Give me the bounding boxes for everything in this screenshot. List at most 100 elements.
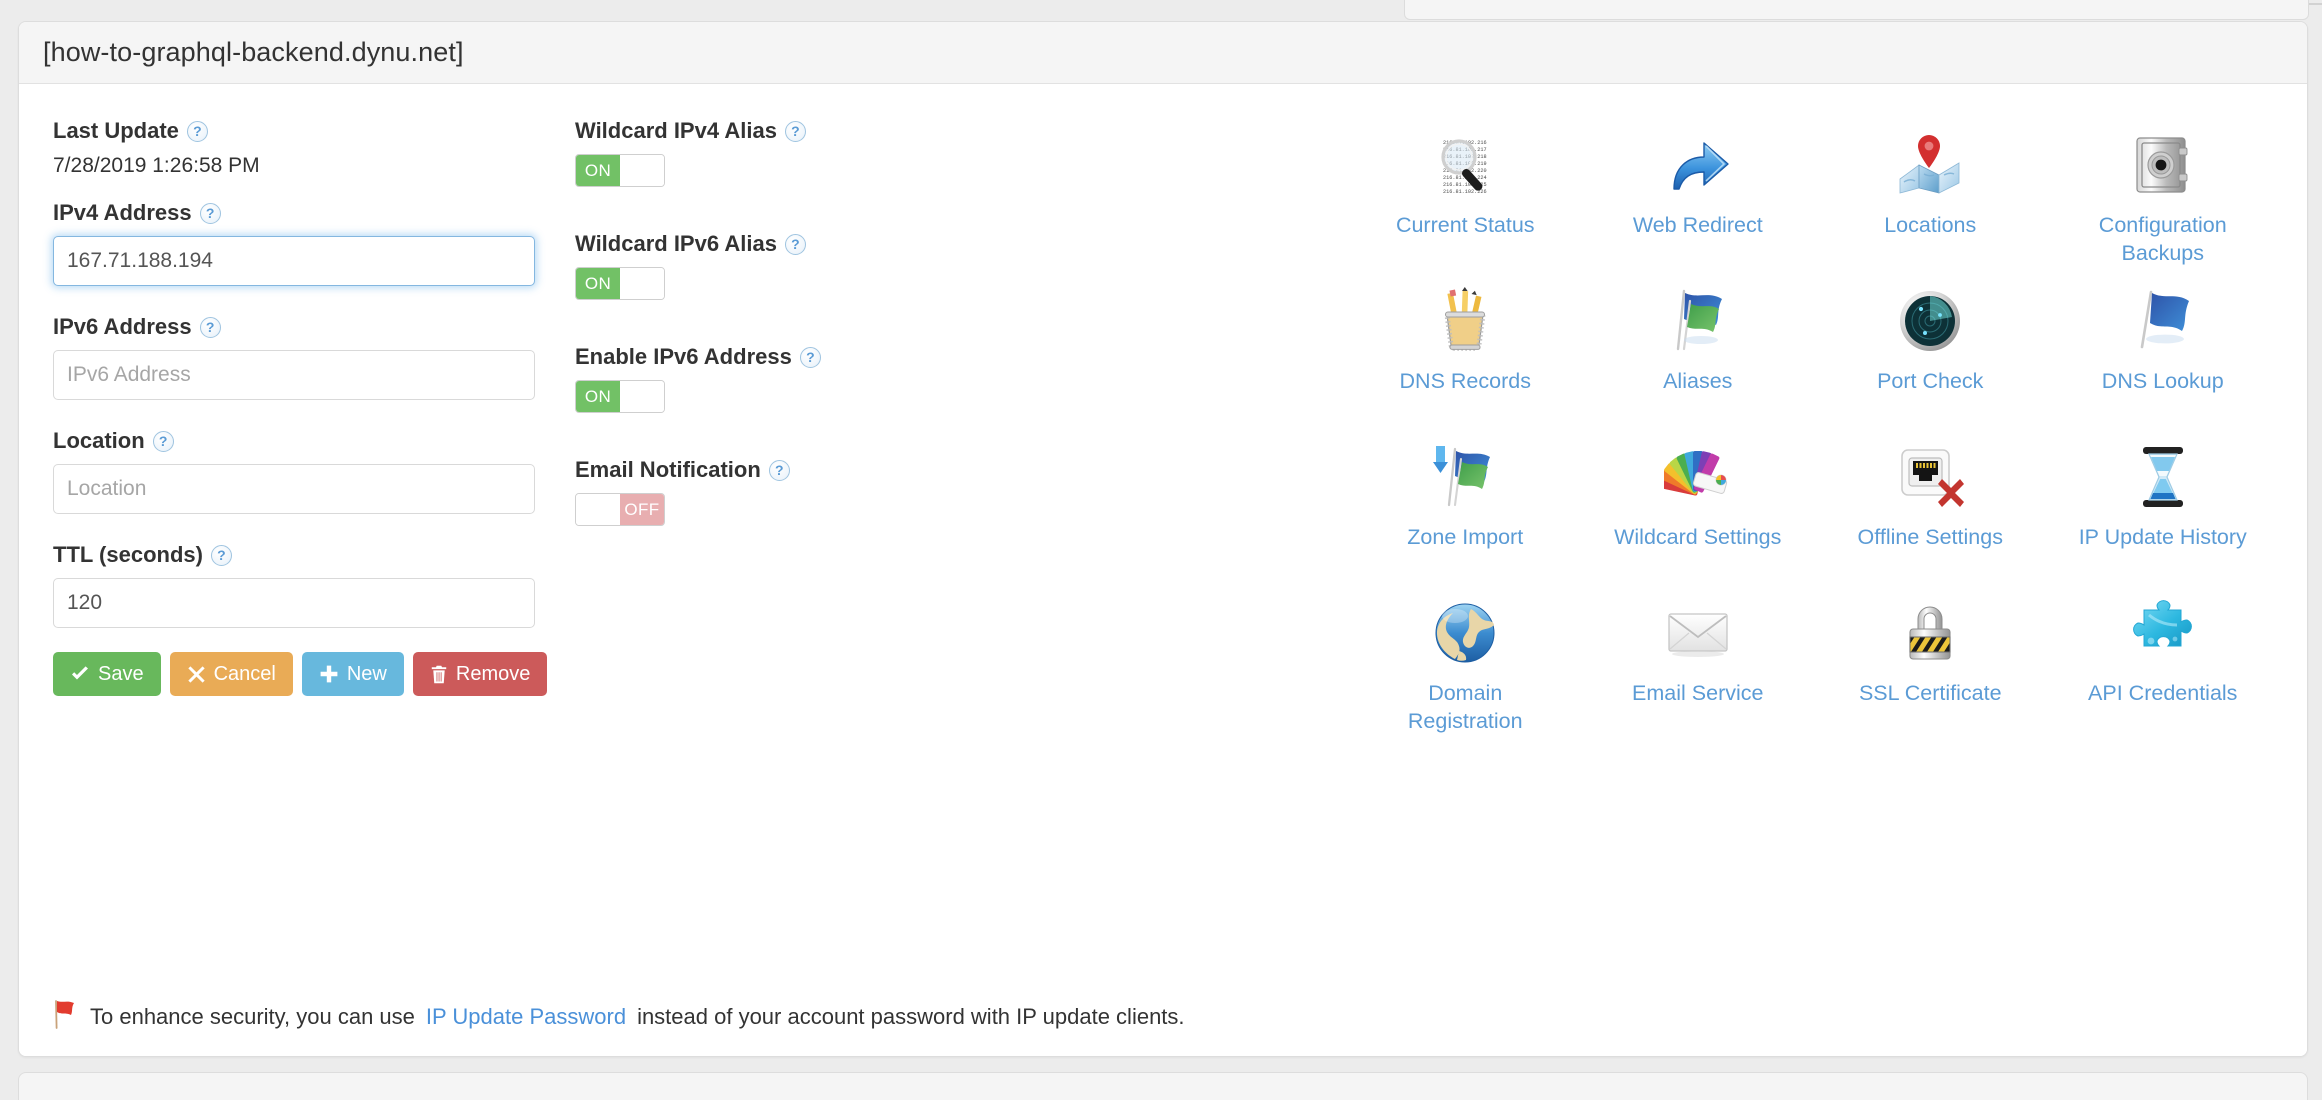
pencil-cup-icon <box>1428 284 1502 358</box>
panel-body: Last Update ? 7/28/2019 1:26:58 PM IPv4 … <box>19 84 2307 1056</box>
ipv4-address-input[interactable] <box>53 236 535 286</box>
enable-ipv6-address-label: Enable IPv6 Address ? <box>575 344 905 370</box>
toggles-column: Wildcard IPv4 Alias ? ON Wildcard IPv6 A… <box>575 118 905 570</box>
last-update-label-text: Last Update <box>53 118 179 143</box>
folded-map-pin-icon <box>1893 128 1967 202</box>
tool-label: Aliases <box>1663 369 1733 393</box>
toggle-off-segment <box>620 155 664 186</box>
page-title: [how-to-graphql-backend.dynu.net] <box>43 37 464 67</box>
magnifier-ip-list-icon: 216.81.102.216216.81.102.217 216.81.102.… <box>1428 128 1502 202</box>
location-label: Location ? <box>53 428 553 454</box>
next-panel-edge <box>18 1072 2308 1100</box>
email-notification-toggle[interactable]: OFF <box>575 493 665 526</box>
metal-safe-icon <box>2126 128 2200 202</box>
ipv6-address-field: IPv6 Address ? <box>53 314 553 400</box>
save-button-label: Save <box>98 662 144 685</box>
blue-curved-arrow-icon <box>1661 128 1735 202</box>
wildcard-ipv4-alias-toggle[interactable]: ON <box>575 154 665 187</box>
help-icon[interactable]: ? <box>199 202 221 224</box>
radar-scope-icon <box>1893 284 1967 358</box>
toggle-on-segment <box>576 494 620 525</box>
form-actions: Save Cancel New Remove <box>53 652 553 696</box>
tool-zone-import[interactable]: Zone Import <box>1349 434 1582 580</box>
tool-configuration-backups[interactable]: Configuration Backups <box>2047 122 2280 268</box>
tool-dns-records[interactable]: DNS Records <box>1349 278 1582 424</box>
tool-label: Wildcard Settings <box>1614 525 1782 549</box>
enable-ipv6-address-toggle[interactable]: ON <box>575 380 665 413</box>
tool-ip-update-history[interactable]: IP Update History <box>2047 434 2280 580</box>
globe-icon <box>1428 596 1502 670</box>
tool-label: Current Status <box>1395 213 1535 237</box>
ethernet-port-x-icon <box>1893 440 1967 514</box>
tool-api-credentials[interactable]: API Credentials <box>2047 590 2280 736</box>
tool-locations[interactable]: Locations <box>1814 122 2047 268</box>
remove-button[interactable]: Remove <box>412 652 548 696</box>
check-icon <box>70 664 90 684</box>
tool-label: Locations <box>1884 213 1977 237</box>
help-icon[interactable]: ? <box>210 544 232 566</box>
ttl-label-text: TTL (seconds) <box>53 542 203 567</box>
icon-grid: 216.81.102.216216.81.102.217 216.81.102.… <box>1349 122 2279 736</box>
help-icon[interactable]: ? <box>199 316 221 338</box>
padlock-hazard-icon <box>1893 596 1967 670</box>
previous-panel-edge <box>1404 0 2309 20</box>
form-column: Last Update ? 7/28/2019 1:26:58 PM IPv4 … <box>53 118 553 696</box>
tool-label: Web Redirect <box>1632 213 1763 237</box>
ip-update-password-link[interactable]: IP Update Password <box>426 1004 626 1030</box>
save-button[interactable]: Save <box>53 652 161 696</box>
help-icon[interactable]: ? <box>768 459 790 481</box>
help-icon[interactable]: ? <box>152 430 174 452</box>
tool-label: DNS Lookup <box>2101 369 2224 393</box>
toggle-on-segment: ON <box>576 155 620 186</box>
tool-label: Offline Settings <box>1857 525 2003 549</box>
tool-aliases[interactable]: Aliases <box>1582 278 1815 424</box>
toggle-on-segment: ON <box>576 381 620 412</box>
ttl-field: TTL (seconds) ? <box>53 542 553 628</box>
hourglass-icon <box>2126 440 2200 514</box>
ttl-input[interactable] <box>53 578 535 628</box>
tool-offline-settings[interactable]: Offline Settings <box>1814 434 2047 580</box>
tool-domain-registration[interactable]: Domain Registration <box>1349 590 1582 736</box>
cancel-button[interactable]: Cancel <box>169 652 293 696</box>
tool-label: Configuration Backups <box>2098 213 2227 265</box>
tool-label: Zone Import <box>1407 525 1524 549</box>
screen-root: [how-to-graphql-backend.dynu.net] Last U… <box>0 0 2322 1100</box>
tool-current-status[interactable]: 216.81.102.216216.81.102.217 216.81.102.… <box>1349 122 1582 268</box>
tool-ssl-certificate[interactable]: SSL Certificate <box>1814 590 2047 736</box>
blue-green-flags-icon <box>1661 284 1735 358</box>
last-update-field: Last Update ? 7/28/2019 1:26:58 PM <box>53 118 553 178</box>
email-notification-setting: Email Notification ? OFF <box>575 457 905 526</box>
ipv4-address-field: IPv4 Address ? <box>53 200 553 286</box>
close-icon <box>187 665 206 684</box>
help-icon[interactable]: ? <box>784 233 806 255</box>
remove-button-label: Remove <box>455 662 531 685</box>
wildcard-ipv6-alias-label: Wildcard IPv6 Alias ? <box>575 231 905 257</box>
tools-icon-grid: 216.81.102.216216.81.102.217 216.81.102.… <box>1349 122 2279 736</box>
toggle-off-segment: OFF <box>620 494 664 525</box>
tool-email-service[interactable]: Email Service <box>1582 590 1815 736</box>
help-icon[interactable]: ? <box>799 346 821 368</box>
ipv6-address-input[interactable] <box>53 350 535 400</box>
tool-label: SSL Certificate <box>1858 681 2002 705</box>
wildcard-ipv6-alias-toggle[interactable]: ON <box>575 267 665 300</box>
ipv4-address-label: IPv4 Address ? <box>53 200 553 226</box>
last-update-label: Last Update ? <box>53 118 553 144</box>
last-update-value: 7/28/2019 1:26:58 PM <box>53 154 260 177</box>
tool-dns-lookup[interactable]: DNS Lookup <box>2047 278 2280 424</box>
wildcard-ipv4-alias-setting: Wildcard IPv4 Alias ? ON <box>575 118 905 187</box>
help-icon[interactable]: ? <box>784 120 806 142</box>
security-note: To enhance security, you can use IP Upda… <box>53 999 1185 1035</box>
help-icon[interactable]: ? <box>186 120 208 142</box>
tool-wildcard-settings[interactable]: Wildcard Settings <box>1582 434 1815 580</box>
ttl-label: TTL (seconds) ? <box>53 542 553 568</box>
new-button[interactable]: New <box>301 652 404 696</box>
wildcard-ipv6-alias-setting: Wildcard IPv6 Alias ? ON <box>575 231 905 300</box>
toggle-off-segment <box>620 381 664 412</box>
location-input[interactable] <box>53 464 535 514</box>
red-flag-icon <box>53 999 79 1035</box>
ipv4-address-label-text: IPv4 Address <box>53 200 192 225</box>
tool-label: Email Service <box>1632 681 1764 705</box>
tool-web-redirect[interactable]: Web Redirect <box>1582 122 1815 268</box>
wildcard-ipv6-alias-label-text: Wildcard IPv6 Alias <box>575 231 777 256</box>
tool-port-check[interactable]: Port Check <box>1814 278 2047 424</box>
